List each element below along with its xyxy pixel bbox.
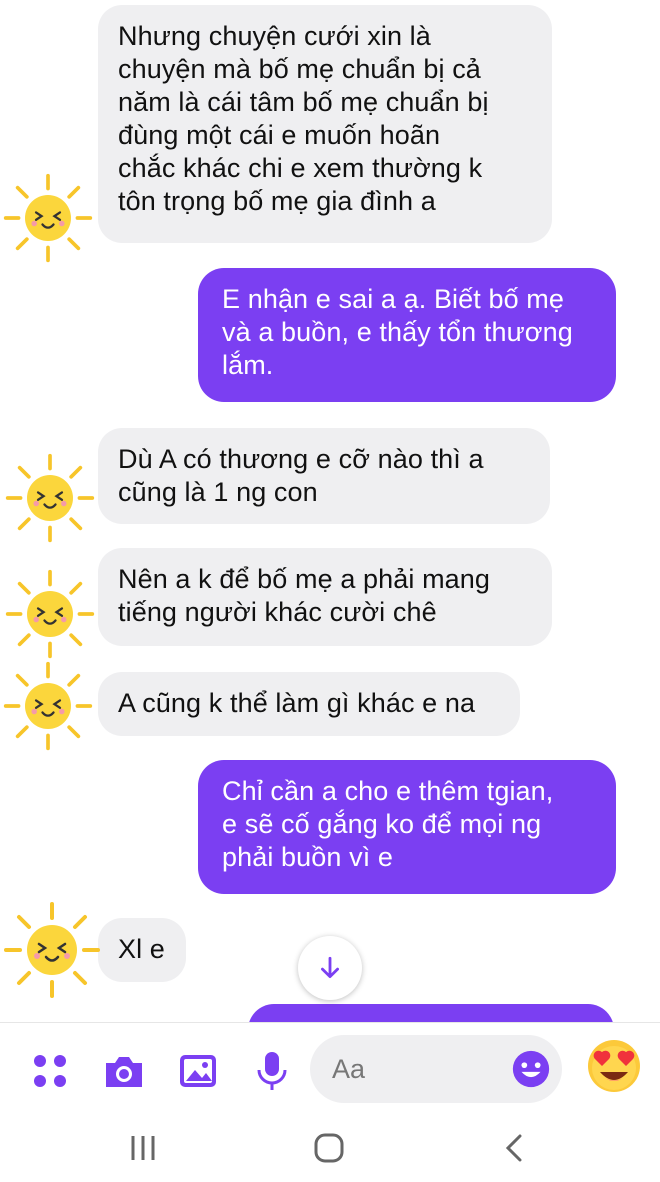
message-line: Dù A có thương e cỡ nào thì a <box>118 444 484 474</box>
scroll-to-bottom-button[interactable] <box>298 936 362 1000</box>
outgoing-message[interactable]: Chỉ cần a cho e thêm tgian, e sẽ cố gắng… <box>198 760 616 894</box>
message-line: A cũng k thể làm gì khác e na <box>118 688 476 718</box>
incoming-message[interactable]: Nhưng chuyện cưới xin là chuyện mà bố mẹ… <box>98 5 552 243</box>
message-line: Chỉ cần a cho e thêm tgian, <box>222 776 554 806</box>
microphone-icon[interactable] <box>250 1049 294 1093</box>
apps-icon[interactable] <box>28 1049 72 1093</box>
recent-apps-icon[interactable] <box>118 1128 168 1168</box>
message-line: phải buồn vì e <box>222 842 394 872</box>
message-line: Nên a k để bố mẹ a phải mang <box>118 564 491 594</box>
sun-sticker-avatar <box>3 661 93 751</box>
outgoing-message-partial[interactable] <box>248 1004 614 1022</box>
emoji-icon[interactable] <box>510 1048 552 1090</box>
message-line: Nhưng chuyện cưới xin là <box>118 21 431 51</box>
incoming-message[interactable]: Nên a k để bố mẹ a phải mang tiếng người… <box>98 548 552 646</box>
message-line: cũng là 1 ng con <box>118 477 318 507</box>
outgoing-message[interactable]: E nhận e sai a ạ. Biết bố mẹ và a buồn, … <box>198 268 616 402</box>
incoming-message[interactable]: Xl e <box>98 918 186 982</box>
system-navigation-bar <box>0 1118 660 1182</box>
gallery-icon[interactable] <box>176 1049 220 1093</box>
sun-sticker-avatar <box>3 173 93 263</box>
heart-eyes-emoji[interactable] <box>586 1038 642 1094</box>
message-line: chuyện mà bố mẹ chuẩn bị cả <box>118 54 481 84</box>
camera-icon[interactable] <box>102 1049 146 1093</box>
message-line: e sẽ cố gắng ko để mọi ng <box>222 809 542 839</box>
message-input[interactable]: Aa <box>310 1035 562 1103</box>
message-line: tiếng người khác cười chê <box>118 597 437 627</box>
message-line: chắc khác chi e xem thường k <box>118 153 483 183</box>
message-line: đùng một cái e muốn hoãn <box>118 120 441 150</box>
incoming-message[interactable]: A cũng k thể làm gì khác e na <box>98 672 520 736</box>
sun-sticker-avatar <box>5 453 95 543</box>
chat-thread[interactable]: Nhưng chuyện cưới xin là chuyện mà bố mẹ… <box>0 0 660 1022</box>
home-icon[interactable] <box>304 1128 354 1168</box>
message-line: năm là cái tâm bố mẹ chuẩn bị <box>118 87 489 117</box>
sun-sticker-avatar <box>4 902 100 998</box>
message-line: Xl e <box>118 934 165 964</box>
message-line: E nhận e sai a ạ. Biết bố mẹ <box>222 284 565 314</box>
message-line: tôn trọng bố mẹ gia đình a <box>118 186 436 216</box>
message-input-placeholder: Aa <box>332 1054 366 1084</box>
message-line: lắm. <box>222 350 274 380</box>
message-composer: Aa <box>0 1022 660 1119</box>
message-line: và a buồn, e thấy tổn thương <box>222 317 573 347</box>
sun-sticker-avatar <box>5 569 95 659</box>
arrow-down-icon <box>321 956 339 979</box>
back-icon[interactable] <box>490 1128 540 1168</box>
incoming-message[interactable]: Dù A có thương e cỡ nào thì a cũng là 1 … <box>98 428 550 524</box>
